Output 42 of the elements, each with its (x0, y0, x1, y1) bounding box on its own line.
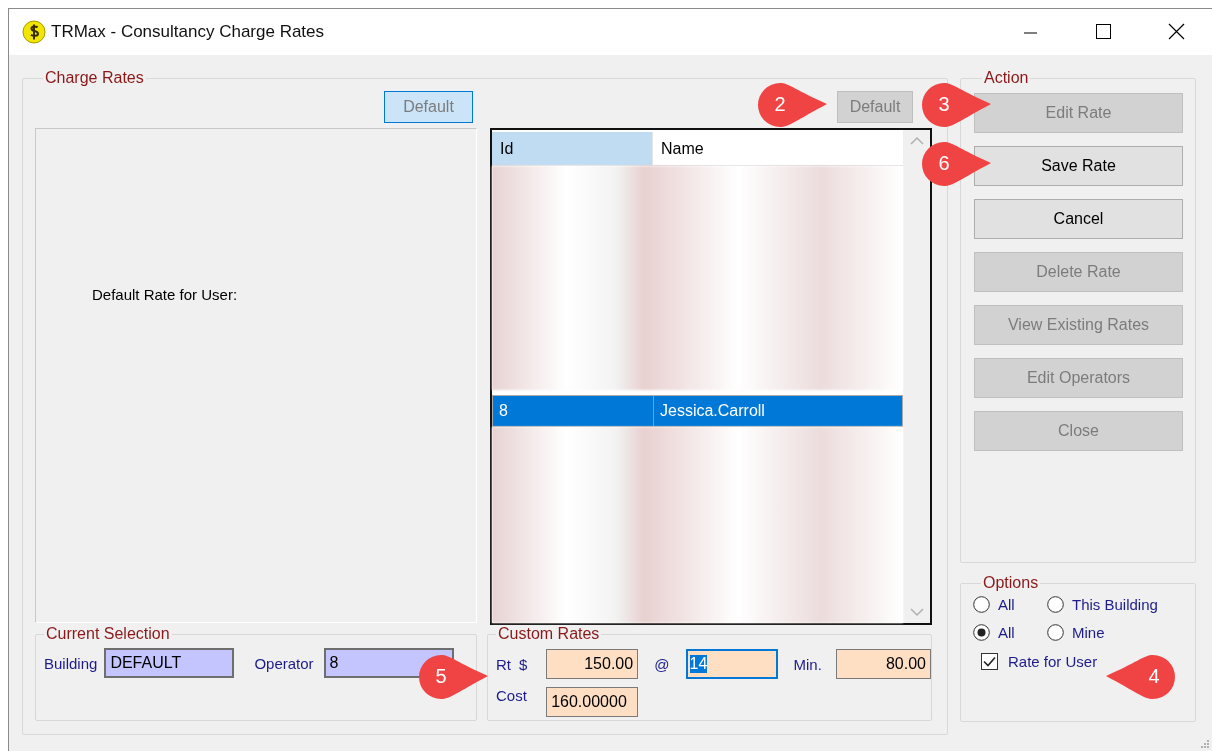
action-button[interactable]: Cancel (974, 199, 1183, 239)
radio-button[interactable] (973, 596, 990, 613)
group-title: Charge Rates (45, 69, 144, 86)
currency-label: $ (519, 655, 528, 673)
list-row[interactable]: 8 Jessica.Carroll (492, 395, 903, 427)
input-field[interactable]: 80.00 (836, 649, 931, 679)
radio-button[interactable] (1047, 624, 1064, 641)
field-label: Min. (792, 655, 823, 673)
callout-tooltip: 6 (921, 141, 991, 187)
input-field[interactable]: 160.00000 (546, 687, 639, 717)
chevron-up-icon[interactable] (909, 136, 924, 146)
radio-label[interactable]: All (998, 624, 1015, 641)
field-label: Rt (496, 655, 511, 673)
chevron-down-icon[interactable] (909, 607, 924, 617)
radio-button[interactable] (1047, 596, 1064, 613)
default-rate-label: Default Rate for User: (92, 286, 238, 303)
field-label: Cost (496, 687, 528, 704)
callout-tooltip: 2 (757, 82, 827, 128)
input-field[interactable]: DEFAULT (104, 648, 235, 678)
group-title: Custom Rates (498, 625, 600, 642)
radio-label[interactable]: All (998, 596, 1015, 613)
radio-label[interactable]: Mine (1072, 624, 1105, 641)
resize-grip-icon[interactable] (1200, 739, 1210, 749)
callout-tooltip: 3 (921, 82, 991, 128)
dollar-coin-icon (22, 20, 46, 44)
radio-label[interactable]: This Building (1072, 596, 1158, 613)
field-label: Building (44, 654, 98, 672)
group-title: Current Selection (46, 625, 170, 642)
action-button[interactable]: Save Rate (974, 146, 1183, 186)
input-field[interactable]: 150.00 (546, 649, 639, 679)
field-label: Operator (254, 654, 314, 672)
window-title: TRMax - Consultancy Charge Rates (51, 22, 326, 42)
checkbox[interactable] (981, 653, 998, 670)
column-header[interactable]: Id (492, 132, 652, 165)
radio-button[interactable] (973, 624, 990, 641)
field-label: @ (653, 655, 671, 673)
callout-tooltip: 4 (1106, 654, 1176, 700)
scrollbar[interactable] (903, 130, 930, 623)
group-title: Options (983, 574, 1039, 591)
callout-tooltip: 5 (418, 654, 488, 700)
input-field[interactable]: 14 (685, 649, 778, 679)
checkbox-label[interactable]: Rate for User (1008, 653, 1098, 670)
